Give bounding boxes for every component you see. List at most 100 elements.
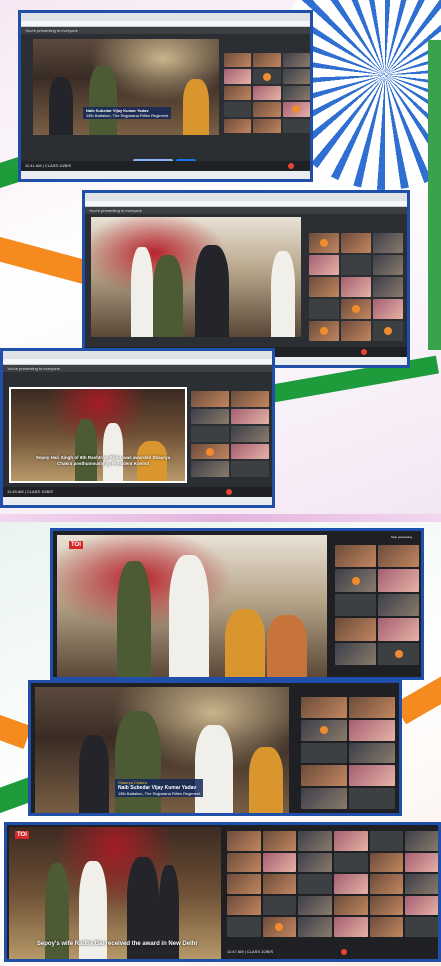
- participant-tile[interactable]: [309, 321, 339, 341]
- participant-tile[interactable]: [334, 895, 368, 916]
- participant-tile[interactable]: [231, 426, 269, 442]
- participant-tile[interactable]: [369, 852, 404, 873]
- participant-tile[interactable]: [309, 277, 339, 297]
- participant-tile[interactable]: [309, 255, 339, 275]
- leave-call-button[interactable]: [226, 489, 232, 495]
- participant-tile[interactable]: [378, 618, 419, 641]
- avatar: [320, 726, 328, 735]
- participant-tile[interactable]: [231, 408, 269, 425]
- participant-tile[interactable]: [253, 85, 281, 101]
- participant-tile[interactable]: [191, 461, 229, 477]
- leave-call-button[interactable]: [288, 163, 294, 169]
- participant-tile[interactable]: [231, 461, 269, 477]
- participant-tile[interactable]: [405, 874, 438, 894]
- avatar: [352, 305, 360, 313]
- participant-tile[interactable]: [335, 569, 376, 592]
- toi-logo: TOI: [69, 541, 83, 549]
- participant-tile[interactable]: [349, 788, 395, 809]
- stop-presenting-label[interactable]: Stop presenting: [391, 535, 412, 539]
- participant-tile[interactable]: [349, 697, 395, 718]
- participant-tile[interactable]: [262, 895, 297, 916]
- participant-tile[interactable]: [334, 831, 368, 851]
- participant-tile[interactable]: [405, 917, 438, 937]
- participant-tile[interactable]: [301, 719, 347, 741]
- participant-tile[interactable]: [301, 765, 347, 787]
- participant-tile[interactable]: [191, 391, 229, 407]
- participant-tile[interactable]: [369, 831, 404, 851]
- participant-tile[interactable]: [224, 85, 252, 101]
- participant-tile[interactable]: [282, 53, 310, 68]
- participant-tile[interactable]: [253, 69, 281, 84]
- participant-tile[interactable]: [231, 443, 269, 460]
- participant-tile[interactable]: [369, 895, 404, 916]
- participant-tile[interactable]: [373, 299, 403, 319]
- leave-call-button[interactable]: [361, 349, 367, 355]
- meet-window-6: TOI Sepoy's wife Radha Bai received the …: [4, 822, 441, 962]
- participant-tile[interactable]: [282, 85, 310, 101]
- participant-tile[interactable]: [335, 642, 376, 665]
- participant-tile[interactable]: [341, 321, 371, 341]
- participant-tile[interactable]: [191, 426, 229, 442]
- participant-tile[interactable]: [405, 831, 438, 851]
- participant-tile[interactable]: [341, 255, 371, 275]
- participant-tile[interactable]: [298, 917, 332, 937]
- participant-tile[interactable]: [309, 233, 339, 253]
- participant-tile[interactable]: [253, 53, 281, 68]
- participant-tile[interactable]: [373, 321, 403, 341]
- participant-tile[interactable]: [227, 874, 261, 894]
- participant-tile[interactable]: [335, 545, 376, 568]
- participant-tile[interactable]: [335, 593, 376, 617]
- participant-tile[interactable]: [282, 102, 310, 117]
- participant-tile[interactable]: [191, 443, 229, 460]
- participant-tile[interactable]: [227, 852, 261, 873]
- participant-tile[interactable]: [224, 53, 252, 68]
- participant-tile[interactable]: [253, 102, 281, 117]
- participant-tile[interactable]: [378, 569, 419, 592]
- participant-tile[interactable]: [224, 102, 252, 117]
- participant-tile[interactable]: [301, 788, 347, 809]
- participant-tile[interactable]: [224, 118, 252, 133]
- participant-tile[interactable]: [378, 545, 419, 568]
- participant-tile[interactable]: [227, 895, 261, 916]
- participant-tile[interactable]: [262, 874, 297, 894]
- participant-tile[interactable]: [298, 874, 332, 894]
- participant-tile[interactable]: [369, 874, 404, 894]
- participant-tile[interactable]: [191, 408, 229, 425]
- participant-tile[interactable]: [298, 852, 332, 873]
- participant-tile[interactable]: [309, 299, 339, 319]
- participant-tile[interactable]: [334, 917, 368, 937]
- participant-tile[interactable]: [373, 277, 403, 297]
- participant-tile[interactable]: [262, 831, 297, 851]
- participant-tile[interactable]: [301, 697, 347, 718]
- participant-tile[interactable]: [405, 852, 438, 873]
- participant-tile[interactable]: [341, 277, 371, 297]
- participant-tile[interactable]: [262, 852, 297, 873]
- participant-tile[interactable]: [373, 233, 403, 253]
- participant-tile[interactable]: [227, 917, 261, 937]
- participant-tile[interactable]: [378, 593, 419, 617]
- participant-tile[interactable]: [334, 874, 368, 894]
- participant-tile[interactable]: [373, 255, 403, 275]
- participant-tile[interactable]: [282, 69, 310, 84]
- participant-tile[interactable]: [224, 69, 252, 84]
- participant-tile[interactable]: [378, 642, 419, 665]
- avatar: [394, 649, 403, 658]
- participant-tile[interactable]: [369, 917, 404, 937]
- participant-tile[interactable]: [231, 391, 269, 407]
- participant-tile[interactable]: [349, 742, 395, 764]
- participant-tile[interactable]: [341, 299, 371, 319]
- participant-tile[interactable]: [349, 765, 395, 787]
- participant-tile[interactable]: [334, 852, 368, 873]
- participant-tile[interactable]: [227, 831, 261, 851]
- participant-tile[interactable]: [298, 831, 332, 851]
- participant-tile[interactable]: [301, 742, 347, 764]
- participant-tile[interactable]: [341, 233, 371, 253]
- participant-tile[interactable]: [253, 118, 281, 133]
- participant-tile[interactable]: [349, 719, 395, 741]
- leave-call-button[interactable]: [341, 949, 347, 955]
- participant-tile[interactable]: [298, 895, 332, 916]
- participant-tile[interactable]: [335, 618, 376, 641]
- participant-tile[interactable]: [405, 895, 438, 916]
- participant-tile[interactable]: [262, 917, 297, 937]
- participant-tile[interactable]: [282, 118, 310, 133]
